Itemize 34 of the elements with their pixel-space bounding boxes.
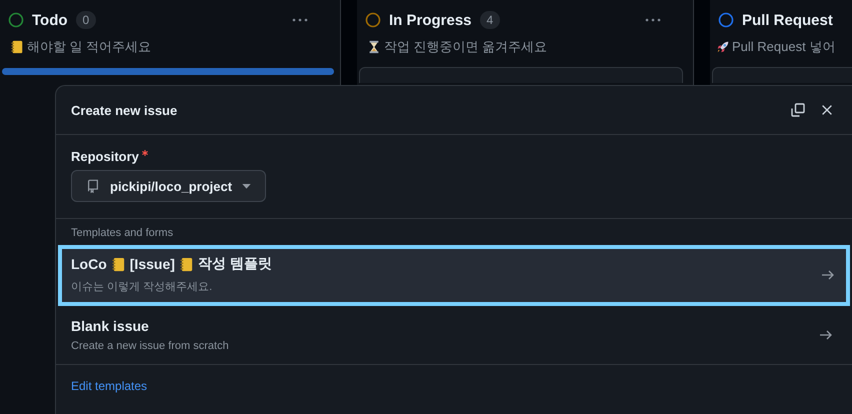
more-options-icon	[292, 18, 308, 22]
column-title: Todo	[32, 12, 68, 28]
template-description: Create a new issue from scratch	[71, 340, 230, 352]
rocket-icon	[716, 40, 730, 54]
template-item[interactable]: Blank issue Create a new issue from scratch	[56, 306, 850, 364]
section-heading: Templates and forms	[70, 227, 174, 241]
arrow-right-icon	[822, 270, 834, 280]
caret-icon	[242, 184, 252, 188]
template-title: [Issue]	[130, 256, 175, 272]
column-description: Pull Request 넣어	[732, 38, 836, 56]
notebook-icon	[10, 40, 24, 54]
hourglass-icon	[367, 40, 381, 54]
count-badge: 0	[76, 11, 96, 29]
more-options-icon	[645, 18, 661, 22]
column-description: 해야할 일 적어주세요	[27, 38, 152, 56]
template-title: Blank issue	[71, 318, 149, 334]
column-title: Pull Request	[742, 12, 833, 28]
repo-icon	[86, 179, 100, 193]
edit-templates-link[interactable]: Edit templates	[71, 379, 148, 393]
column-title: In Progress	[389, 12, 472, 28]
notebook-icon	[178, 256, 194, 272]
repository-dropdown[interactable]: pickipi/loco_project	[71, 170, 266, 202]
close-icon	[820, 103, 834, 117]
template-description: 이슈는 이렇게 작성해주세요.	[71, 280, 214, 294]
column-description: 작업 진행중이면 옮겨주세요	[384, 38, 548, 56]
notebook-icon	[110, 256, 126, 272]
field-label: Repository	[71, 149, 139, 164]
template-title: 작성 템플릿	[198, 255, 272, 273]
arrow-right-icon	[820, 330, 832, 340]
copy-icon	[790, 102, 806, 118]
template-item[interactable]: LoCo [Issue] 작성 템플릿 이슈는 이렇게 작성해주세요.	[58, 245, 850, 306]
template-title: LoCo	[71, 256, 107, 272]
dialog-title: Create new issue	[71, 102, 178, 118]
count-badge: 4	[480, 11, 500, 29]
